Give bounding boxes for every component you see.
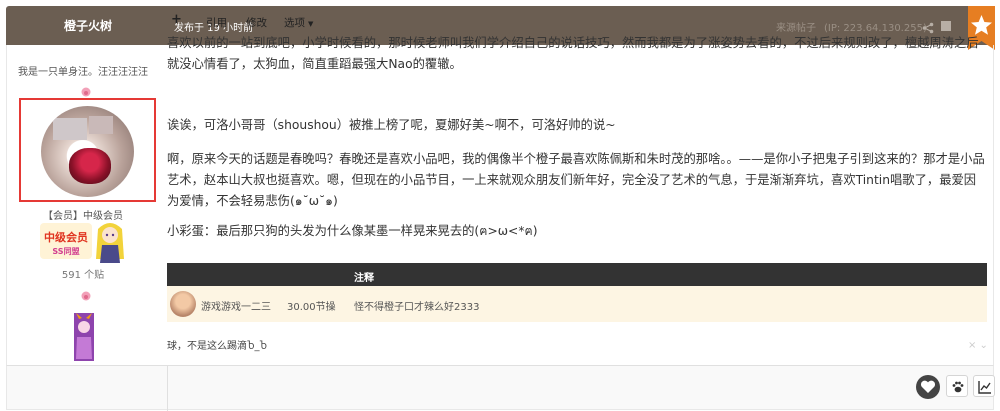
avatar[interactable]: [41, 106, 134, 197]
rating-header: 注释: [167, 263, 987, 286]
post-paragraph: 小彩蛋：最后那只狗的头发为什么像某墨一样晃来晃去的(ฅ>ω<*ฅ): [167, 224, 538, 238]
signature: 球，不是这么踢滴Ⴆ_Ⴆ: [167, 341, 268, 352]
rank-badge-text: 中级会员: [44, 230, 88, 244]
rank-girl-image: [92, 219, 128, 264]
rank-badge-sub: SS同盟: [52, 246, 79, 256]
member-group: 【会员】中级会员: [43, 211, 123, 222]
heart-icon[interactable]: [916, 375, 940, 399]
options-label: 选项: [284, 17, 305, 29]
user-info-column: 我是一只单身汪。汪汪汪汪汪 【会员】中级会员 中级会员 SS同盟 591 个贴: [6, 45, 160, 365]
quote-button[interactable]: 引用: [206, 15, 227, 30]
rating-header-label: 注释: [354, 273, 374, 284]
rating-reason: 怪不得橙子口才辣么好2333: [354, 302, 480, 313]
chart-icon[interactable]: [973, 375, 995, 397]
rater-avatar[interactable]: [170, 291, 196, 317]
post-paragraph: 喜欢以前的一站到底吧，小学时候看的，那时候老师叫我们学介绍自己的说话技巧，然而我…: [167, 36, 979, 71]
toolbar-divider: [167, 366, 168, 411]
pig-icon: [81, 82, 91, 97]
rank-badge: 中级会员 SS同盟: [39, 221, 93, 261]
rating-table: 注释 游戏游戏一二三 30.00节操 怪不得橙子口才辣么好2333: [167, 263, 987, 322]
paw-icon[interactable]: [946, 375, 968, 397]
signature-close-icon[interactable]: × ⌄: [968, 340, 988, 351]
post-count[interactable]: 591 个贴: [6, 266, 160, 281]
edit-button[interactable]: 修改: [246, 15, 267, 30]
share-icon[interactable]: [922, 19, 934, 34]
caret-down-icon: ▼: [308, 20, 314, 28]
post-paragraph: 诶诶，可洛小哥哥（shoushou）被推上榜了呢，夏娜好美~啊不，可洛好帅的说~: [167, 118, 616, 132]
avatar-highlight: [19, 98, 156, 202]
post-paragraph: 啊，原来今天的话题是春晚吗？春晚还是喜欢小品吧，我的偶像半个橙子最喜欢陈佩斯和朱…: [167, 152, 985, 208]
rating-score: 30.00节操: [287, 302, 336, 313]
rating-row: 游戏游戏一二三 30.00节操 怪不得橙子口才辣么好2333: [167, 286, 987, 322]
rater-name[interactable]: 游戏游戏一二三: [201, 298, 271, 313]
post-toolbar: [6, 365, 994, 411]
pig-icon: [81, 286, 91, 301]
post-meta: 来源帖子 (IP: 223.64.130.255): [776, 19, 927, 34]
author-name[interactable]: 橙子火树: [64, 17, 112, 34]
add-button[interactable]: +: [171, 12, 182, 27]
square-icon[interactable]: [941, 21, 951, 31]
medal-image: [74, 313, 94, 361]
user-custom-title: 我是一只单身汪。汪汪汪汪汪: [18, 67, 148, 78]
options-button[interactable]: 选项 ▼: [284, 15, 313, 30]
